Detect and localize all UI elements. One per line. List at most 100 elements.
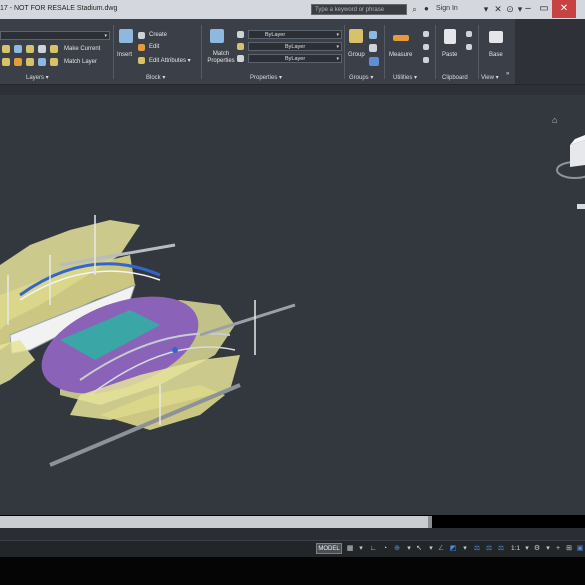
group-select-icon[interactable]: [369, 57, 379, 66]
lineweight-icon: [237, 55, 244, 62]
close-button[interactable]: ✕: [552, 0, 576, 18]
isolate-objects-icon[interactable]: ▣: [575, 543, 585, 554]
clipboard-panel-label[interactable]: Clipboard: [442, 75, 468, 81]
linetype-dropdown[interactable]: ByLayer ▾: [248, 42, 342, 51]
exchange-icon[interactable]: ✕: [492, 3, 504, 15]
block-panel-label[interactable]: Block ▾: [146, 74, 165, 81]
edit-attributes-button[interactable]: Edit Attributes ▾: [149, 57, 191, 64]
groups-panel: Group Groups ▾: [345, 19, 383, 84]
count-icon[interactable]: [423, 44, 429, 50]
copy-icon[interactable]: [466, 31, 472, 37]
ungroup-icon[interactable]: [369, 31, 377, 39]
color-icon: [237, 31, 244, 38]
plus-icon[interactable]: +: [553, 543, 563, 554]
match-properties-icon[interactable]: [210, 29, 224, 43]
osnap-icon[interactable]: ⊕: [392, 543, 402, 554]
calculator-icon[interactable]: [423, 57, 429, 63]
make-current-button[interactable]: Make Current: [64, 46, 100, 52]
chevron-down-icon[interactable]: ▾: [426, 543, 436, 554]
chevron-down-icon[interactable]: ▾: [460, 543, 470, 554]
search-input[interactable]: Type a keyword or phrase: [311, 4, 407, 15]
create-block-icon[interactable]: [138, 32, 145, 39]
annotation-visibility-icon[interactable]: ⚖: [484, 543, 494, 554]
layer-walk-icon[interactable]: [2, 58, 10, 66]
utilities-panel: Measure Utilities ▾: [385, 19, 435, 84]
chevron-down-icon[interactable]: ▾: [543, 543, 553, 554]
transparency-icon[interactable]: ◩: [448, 543, 458, 554]
match-layer-button[interactable]: Match Layer: [64, 59, 97, 65]
workspace-gear-icon[interactable]: ⚙: [532, 543, 542, 554]
scrollbar-thumb-end[interactable]: [428, 516, 432, 528]
block-panel: Insert Create Edit Edit Attributes ▾ Blo…: [114, 19, 198, 84]
layer-lock-icon[interactable]: [26, 45, 34, 53]
user-icon: ●: [424, 4, 429, 13]
properties-panel-label[interactable]: Properties ▾: [250, 74, 282, 81]
lineweight-toggle-icon[interactable]: ∠: [436, 543, 446, 554]
layer-off-icon[interactable]: [14, 58, 22, 66]
minimize-button[interactable]: –: [520, 1, 536, 17]
paste-icon[interactable]: [444, 29, 456, 44]
group-edit-icon[interactable]: [369, 44, 377, 52]
viewcube[interactable]: [556, 135, 585, 209]
measure-icon[interactable]: [393, 35, 409, 41]
cut-icon[interactable]: [466, 44, 472, 50]
layer-state-icon[interactable]: [2, 45, 10, 53]
hardware-accel-icon[interactable]: ⊞: [564, 543, 574, 554]
edit-attributes-icon[interactable]: [138, 57, 145, 64]
chevron-down-icon[interactable]: ▾: [480, 3, 492, 15]
edit-block-button[interactable]: Edit: [149, 44, 159, 50]
layer-unlock-icon[interactable]: [38, 58, 46, 66]
home-icon[interactable]: ⌂: [552, 115, 557, 125]
binoculars-icon[interactable]: ⌕: [409, 4, 420, 15]
paste-button[interactable]: Paste: [442, 52, 457, 58]
layer-freeze-icon[interactable]: [14, 45, 22, 53]
ribbon-empty-area: [515, 19, 585, 84]
layer-prop-icon[interactable]: [50, 45, 58, 53]
linetype-value: ByLayer: [285, 44, 306, 50]
group-button[interactable]: Group: [348, 52, 365, 58]
quick-select-icon[interactable]: [423, 31, 429, 37]
lineweight-value: ByLayer: [285, 56, 306, 62]
view-panel-label[interactable]: View ▾: [481, 74, 499, 81]
ortho-icon[interactable]: ∟: [368, 543, 378, 554]
linetype-icon: [237, 43, 244, 50]
color-dropdown[interactable]: ByLayer ▾: [248, 30, 342, 39]
color-value: ByLayer: [265, 32, 286, 38]
groups-panel-label[interactable]: Groups ▾: [349, 74, 373, 81]
base-view-button[interactable]: Base: [489, 52, 503, 58]
group-icon[interactable]: [349, 29, 363, 43]
edit-block-icon[interactable]: [138, 44, 145, 51]
window-title: 17 - NOT FOR RESALE Stadium.dwg: [0, 5, 118, 12]
base-view-icon[interactable]: [489, 31, 503, 43]
sign-in-link[interactable]: Sign In: [436, 5, 458, 12]
layout-tab-area: [0, 528, 585, 540]
insert-icon[interactable]: [119, 29, 133, 43]
chevron-down-icon[interactable]: ▾: [522, 543, 532, 554]
match-properties-button[interactable]: Match Properties: [205, 51, 237, 65]
stadium-model-drawing: [0, 135, 585, 467]
annotation-scale-icon[interactable]: ⚖: [472, 543, 482, 554]
drawing-viewport[interactable]: [0, 95, 585, 515]
utilities-panel-label[interactable]: Utilities ▾: [393, 74, 417, 81]
ribbon-expand-icon[interactable]: »: [506, 71, 509, 77]
layer-isolate-icon[interactable]: [38, 45, 46, 53]
layer-match-icon[interactable]: [50, 58, 58, 66]
annotation-scale-value[interactable]: 1:1: [511, 543, 520, 554]
horizontal-scrollbar[interactable]: [0, 516, 430, 528]
otrack-icon[interactable]: ↖: [414, 543, 424, 554]
grid-icon[interactable]: ▦: [345, 543, 355, 554]
layers-panel-label[interactable]: Layers ▾: [26, 74, 49, 81]
insert-button[interactable]: Insert: [117, 52, 132, 58]
lineweight-dropdown[interactable]: ByLayer ▾: [248, 54, 342, 63]
file-tab-strip: [0, 85, 585, 95]
measure-button[interactable]: Measure: [389, 52, 412, 58]
layer-copy-icon[interactable]: [26, 58, 34, 66]
chevron-down-icon[interactable]: ▾: [404, 543, 414, 554]
polar-icon[interactable]: ◔: [380, 543, 390, 554]
restore-button[interactable]: ▭: [536, 1, 552, 17]
create-block-button[interactable]: Create: [149, 32, 167, 38]
autoscale-icon[interactable]: ⚖: [496, 543, 506, 554]
model-space-button[interactable]: MODEL: [316, 543, 342, 554]
layer-dropdown[interactable]: ▾: [0, 31, 110, 40]
chevron-down-icon[interactable]: ▾: [356, 543, 366, 554]
